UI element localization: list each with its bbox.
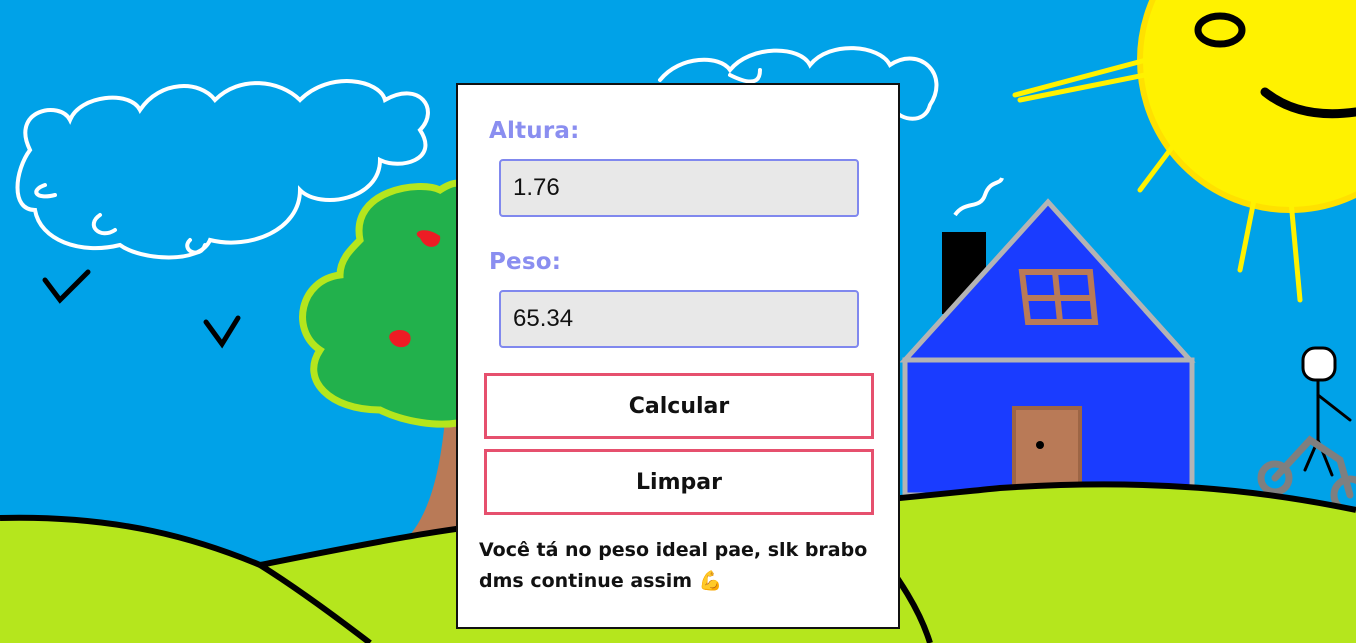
bmi-calculator-panel: Altura: Peso: Calcular Limpar Você tá no… xyxy=(456,83,900,629)
weight-input[interactable] xyxy=(499,290,859,348)
weight-label: Peso: xyxy=(489,249,562,275)
height-label: Altura: xyxy=(489,118,580,144)
height-input[interactable] xyxy=(499,159,859,217)
result-message: Você tá no peso ideal pae, slk brabo dms… xyxy=(479,539,868,592)
calculate-button[interactable]: Calcular xyxy=(484,373,874,439)
clear-button[interactable]: Limpar xyxy=(484,449,874,515)
